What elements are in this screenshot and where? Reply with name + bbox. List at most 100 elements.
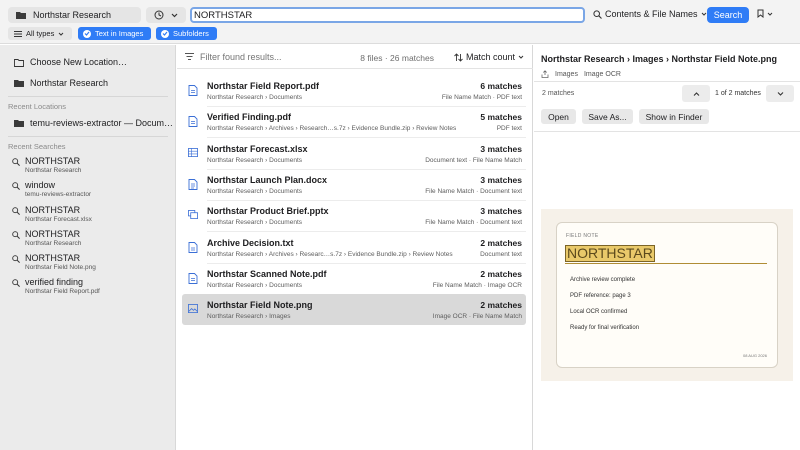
result-path: Northstar Research › Documents [207, 219, 303, 227]
result-row[interactable]: Archive Decision.txt Northstar Research ›… [182, 232, 526, 263]
note-line: PDF reference: page 3 [570, 293, 631, 299]
history-button[interactable] [146, 7, 186, 23]
filter-results-input[interactable] [200, 52, 340, 62]
sort-icon [454, 52, 463, 62]
recent-location-item[interactable]: temu-reviews-extractor — Docum… [14, 118, 173, 128]
recent-search-item[interactable]: window temu-reviews-extractor [12, 180, 91, 199]
recent-search-text: NORTHSTAR Northstar Research [25, 229, 81, 248]
result-file-name: Northstar Field Report.pdf [207, 81, 319, 91]
search-scope-dropdown[interactable]: Contents & File Names [593, 9, 707, 19]
folder-icon [16, 12, 26, 19]
note-label: FIELD NOTE [566, 233, 599, 239]
result-match-sources: Document text · File Name Match [425, 156, 522, 164]
document-icon [188, 178, 198, 190]
sidebar: Choose New Location… Northstar Research … [0, 45, 176, 450]
location-button[interactable]: Northstar Research [8, 7, 141, 23]
note-headline-highlight: NORTHSTAR [565, 245, 655, 262]
pdf-icon [188, 85, 198, 96]
location-label: Northstar Research [33, 10, 112, 20]
result-row[interactable]: Northstar Forecast.xlsx Northstar Researc… [182, 138, 526, 169]
sidebar-item-northstar-research[interactable]: Northstar Research [14, 78, 108, 88]
save-as-button[interactable]: Save As... [582, 109, 633, 124]
field-note-card: FIELD NOTE NORTHSTAR Archive review comp… [556, 222, 778, 368]
divider [8, 136, 168, 137]
chevron-down-icon [767, 12, 773, 16]
result-row[interactable]: Northstar Field Note.png Northstar Resear… [182, 294, 526, 326]
result-file-name: Archive Decision.txt [207, 237, 294, 248]
search-icon [12, 158, 20, 166]
preview-match-count: 2 matches [542, 90, 575, 97]
note-line: Ready for final verification [570, 325, 640, 331]
match-position: 1 of 2 matches [715, 90, 761, 97]
divider [8, 96, 168, 97]
presentation-icon [188, 210, 198, 221]
result-match-count: 3 matches [480, 206, 522, 217]
result-match-count: 2 matches [480, 237, 522, 248]
recent-search-query: NORTHSTAR [25, 205, 81, 215]
result-row[interactable]: Northstar Launch Plan.docx Northstar Rese… [182, 169, 526, 200]
check-icon [83, 29, 91, 38]
folder-icon [14, 80, 24, 87]
chevron-down-icon [518, 55, 524, 59]
search-button[interactable]: Search [707, 7, 749, 23]
result-row[interactable]: Northstar Field Report.pdf Northstar Rese… [182, 75, 526, 106]
recent-search-location: temu-reviews-extractor [25, 191, 92, 198]
search-input[interactable] [190, 7, 585, 23]
previous-match-button[interactable] [682, 85, 710, 102]
next-match-button[interactable] [766, 85, 794, 102]
result-path: Northstar Research › Documents [207, 94, 303, 101]
bookmark-button[interactable] [757, 9, 773, 18]
types-dropdown[interactable]: All types [8, 27, 72, 40]
filter-icon [185, 53, 194, 60]
result-row[interactable]: Verified Finding.pdf Northstar Research ›… [182, 106, 526, 137]
sort-dropdown[interactable]: Match count [454, 52, 524, 62]
result-match-count: 2 matches [480, 268, 522, 279]
choose-location-button[interactable]: Choose New Location… [14, 57, 127, 67]
result-match-sources: File Name Match · Document text [425, 219, 522, 227]
recent-search-item[interactable]: NORTHSTAR Northstar Research [12, 156, 81, 175]
open-button[interactable]: Open [541, 109, 576, 124]
result-path: Northstar Research › Documents [207, 281, 303, 289]
result-match-count: 2 matches [480, 300, 522, 311]
result-match-sources: Image OCR · File Name Match [432, 313, 522, 321]
folder-add-icon [14, 58, 24, 67]
result-file-name: Northstar Field Note.png [207, 300, 313, 311]
recent-search-location: Northstar Field Note.png [25, 264, 96, 271]
recent-locations-heading: Recent Locations [8, 102, 66, 111]
result-path: Northstar Research › Archives › Research… [207, 125, 457, 133]
recent-search-item[interactable]: NORTHSTAR Northstar Forecast.xlsx [12, 205, 92, 224]
recent-location-label: temu-reviews-extractor — Docum… [30, 118, 174, 128]
search-icon [593, 9, 602, 19]
history-icon [154, 10, 164, 20]
text-in-images-toggle[interactable]: Text in Images [78, 27, 151, 40]
show-in-finder-button[interactable]: Show in Finder [639, 109, 709, 124]
recent-search-text: verified finding Northstar Field Report.p… [25, 277, 100, 296]
recent-search-text: NORTHSTAR Northstar Research [25, 156, 81, 175]
result-row[interactable]: Northstar Product Brief.pptx Northstar Re… [182, 200, 526, 231]
result-file-name: Northstar Launch Plan.docx [207, 174, 328, 185]
note-underline [565, 263, 767, 264]
chevron-up-icon [693, 91, 699, 96]
results-count: 8 files · 26 matches [360, 53, 434, 63]
search-icon [12, 255, 20, 263]
pdf-icon [188, 116, 198, 128]
recent-search-item[interactable]: NORTHSTAR Northstar Field Note.png [12, 253, 96, 272]
recent-search-query: window [25, 180, 56, 190]
recent-search-item[interactable]: NORTHSTAR Northstar Research [12, 229, 81, 248]
text-in-images-label: Text in Images [95, 29, 144, 38]
result-file-name: Verified Finding.pdf [207, 112, 291, 123]
toolbar: Northstar Research Contents & File Names… [0, 0, 800, 44]
subfolders-toggle[interactable]: Subfolders [156, 27, 217, 40]
image-preview: FIELD NOTE NORTHSTAR Archive review comp… [541, 209, 793, 381]
result-path: Northstar Research › Documents [207, 187, 303, 195]
result-match-sources: PDF text [496, 125, 522, 133]
share-icon [541, 70, 549, 78]
search-icon [12, 231, 20, 239]
chevron-down-icon [171, 13, 178, 17]
recent-search-query: verified finding [25, 277, 84, 287]
subfolders-label: Subfolders [173, 29, 209, 38]
recent-search-item[interactable]: verified finding Northstar Field Report.p… [12, 277, 100, 296]
recent-search-location: Northstar Research [25, 240, 82, 247]
list-icon [14, 30, 22, 37]
result-row[interactable]: Northstar Scanned Note.pdf Northstar Rese… [182, 263, 526, 294]
